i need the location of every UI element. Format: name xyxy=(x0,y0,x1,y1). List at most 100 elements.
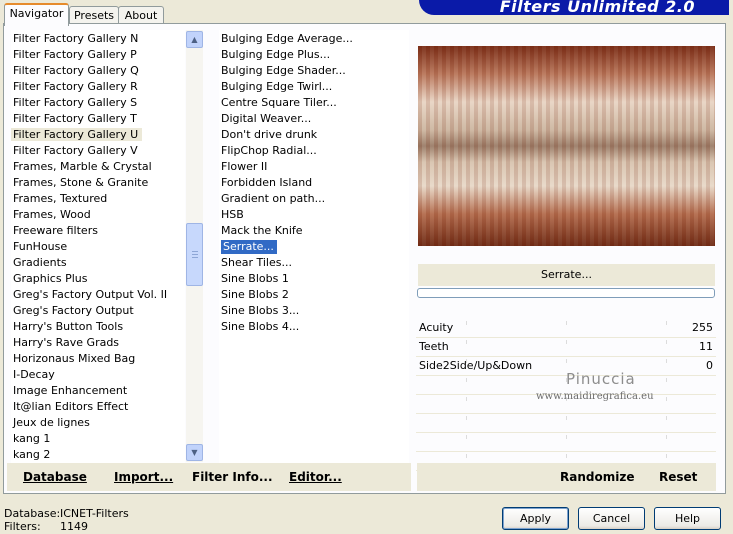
category-item-label: Freeware filters xyxy=(13,224,98,237)
category-item-label: Frames, Marble & Crystal xyxy=(13,160,152,173)
category-item-label: It@lian Editors Effect xyxy=(13,400,129,413)
category-item[interactable]: It@lian Editors Effect xyxy=(11,399,185,415)
parameter-row-empty xyxy=(416,433,716,452)
category-item[interactable]: Filter Factory Gallery V xyxy=(11,143,185,159)
filter-item[interactable]: Flower II xyxy=(219,159,409,175)
category-item[interactable]: Harry's Button Tools xyxy=(11,319,185,335)
category-item[interactable]: Filter Factory Gallery T xyxy=(11,111,185,127)
category-item[interactable]: Frames, Marble & Crystal xyxy=(11,159,185,175)
filter-item[interactable]: Bulging Edge Twirl... xyxy=(219,79,409,95)
slider-tick xyxy=(466,397,467,401)
category-item-label: Filter Factory Gallery Q xyxy=(13,64,139,77)
category-item-label: Filter Factory Gallery P xyxy=(13,48,137,61)
arrow-down-icon[interactable]: ▼ xyxy=(186,444,203,461)
banner-edge xyxy=(729,0,733,15)
category-item[interactable]: Jeux de lignes xyxy=(11,415,185,431)
filter-item[interactable]: Gradient on path... xyxy=(219,191,409,207)
slider-tick xyxy=(466,340,467,344)
slider-tick xyxy=(566,416,567,420)
import-button[interactable]: Import... xyxy=(114,470,173,484)
slider-tick xyxy=(466,435,467,439)
category-item[interactable]: Filter Factory Gallery U xyxy=(11,127,185,143)
category-item[interactable]: Filter Factory Gallery S xyxy=(11,95,185,111)
category-item-label: Filter Factory Gallery S xyxy=(13,96,138,109)
apply-button[interactable]: Apply xyxy=(502,507,569,530)
filter-item[interactable]: Sine Blobs 3... xyxy=(219,303,409,319)
category-item[interactable]: Filter Factory Gallery Q xyxy=(11,63,185,79)
scroll-grip-icon xyxy=(192,257,198,258)
category-item[interactable]: kang 1 xyxy=(11,431,185,447)
filter-item-label: Serrate... xyxy=(221,240,277,254)
filter-item[interactable]: Bulging Edge Average... xyxy=(219,31,409,47)
editor-button[interactable]: Editor... xyxy=(289,470,342,484)
scroll-grip-icon xyxy=(192,254,198,255)
filter-item[interactable]: Mack the Knife xyxy=(219,223,409,239)
filter-item[interactable]: FlipChop Radial... xyxy=(219,143,409,159)
category-item[interactable]: Gradients xyxy=(11,255,185,271)
slider-tick xyxy=(666,397,667,401)
category-item[interactable]: Greg's Factory Output Vol. II xyxy=(11,287,185,303)
filter-item[interactable]: Centre Square Tiler... xyxy=(219,95,409,111)
filter-item[interactable]: Sine Blobs 1 xyxy=(219,271,409,287)
slider-tick xyxy=(566,454,567,458)
slider-tick xyxy=(566,435,567,439)
filter-item[interactable]: Serrate... xyxy=(219,239,409,255)
slider-tick xyxy=(566,340,567,344)
filter-item[interactable]: Sine Blobs 2 xyxy=(219,287,409,303)
filter-info-button[interactable]: Filter Info... xyxy=(192,470,273,484)
filter-item[interactable]: Forbidden Island xyxy=(219,175,409,191)
filter-item[interactable]: Shear Tiles... xyxy=(219,255,409,271)
scroll-thumb[interactable] xyxy=(186,223,203,286)
category-item-label: Gradients xyxy=(13,256,67,269)
parameter-row[interactable]: Acuity 255 xyxy=(416,319,716,338)
slider-tick xyxy=(466,321,467,325)
category-item-label: Filter Factory Gallery U xyxy=(11,128,143,141)
parameter-row[interactable]: Teeth 11 xyxy=(416,338,716,357)
category-item[interactable]: Filter Factory Gallery N xyxy=(11,31,185,47)
category-item[interactable]: Image Enhancement xyxy=(11,383,185,399)
randomize-button[interactable]: Randomize xyxy=(560,470,634,484)
category-item[interactable]: Filter Factory Gallery P xyxy=(11,47,185,63)
category-item[interactable]: Freeware filters xyxy=(11,223,185,239)
category-item-label: Harry's Rave Grads xyxy=(13,336,120,349)
help-button[interactable]: Help xyxy=(654,507,721,530)
category-list[interactable]: Filter Factory Gallery N Filter Factory G… xyxy=(11,30,185,463)
database-button[interactable]: Database xyxy=(23,470,87,484)
cancel-button[interactable]: Cancel xyxy=(578,507,645,530)
filters-count: 1149 xyxy=(60,520,88,533)
category-item[interactable]: I-Decay xyxy=(11,367,185,383)
category-item[interactable]: Harry's Rave Grads xyxy=(11,335,185,351)
watermark-name: Pinuccia xyxy=(566,370,636,388)
category-item[interactable]: Frames, Textured xyxy=(11,191,185,207)
parameter-label: Side2Side/Up&Down xyxy=(419,359,533,372)
current-filter-label: Serrate... xyxy=(418,264,715,286)
tab-navigator[interactable]: Navigator xyxy=(4,3,69,26)
filter-item[interactable]: Bulging Edge Shader... xyxy=(219,63,409,79)
arrow-up-icon[interactable]: ▲ xyxy=(186,31,203,48)
reset-button[interactable]: Reset xyxy=(659,470,697,484)
category-item[interactable]: Graphics Plus xyxy=(11,271,185,287)
category-item[interactable]: Frames, Stone & Granite xyxy=(11,175,185,191)
category-item[interactable]: Horizonaus Mixed Bag xyxy=(11,351,185,367)
filter-list[interactable]: Bulging Edge Average... Bulging Edge Plus… xyxy=(219,30,409,463)
filter-item[interactable]: Digital Weaver... xyxy=(219,111,409,127)
filter-item[interactable]: Sine Blobs 4... xyxy=(219,319,409,335)
category-item[interactable]: FunHouse xyxy=(11,239,185,255)
filter-item-label: Centre Square Tiler... xyxy=(221,96,337,109)
category-scrollbar[interactable]: ▲ ▼ xyxy=(186,30,203,462)
category-item[interactable]: Frames, Wood xyxy=(11,207,185,223)
category-item[interactable]: Filter Factory Gallery R xyxy=(11,79,185,95)
category-item-label: Filter Factory Gallery R xyxy=(13,80,138,93)
tab-presets[interactable]: Presets xyxy=(69,6,119,24)
filter-item[interactable]: Bulging Edge Plus... xyxy=(219,47,409,63)
category-item[interactable]: Greg's Factory Output xyxy=(11,303,185,319)
category-item-label: kang 1 xyxy=(13,432,51,445)
slider-tick xyxy=(666,454,667,458)
filter-item[interactable]: HSB xyxy=(219,207,409,223)
slider-tick xyxy=(666,378,667,382)
category-item[interactable]: kang 2 xyxy=(11,447,185,463)
watermark-site: www.maidiregrafica.eu xyxy=(536,391,654,402)
category-item-label: Horizonaus Mixed Bag xyxy=(13,352,136,365)
filter-item[interactable]: Don't drive drunk xyxy=(219,127,409,143)
tab-about[interactable]: About xyxy=(118,6,164,24)
